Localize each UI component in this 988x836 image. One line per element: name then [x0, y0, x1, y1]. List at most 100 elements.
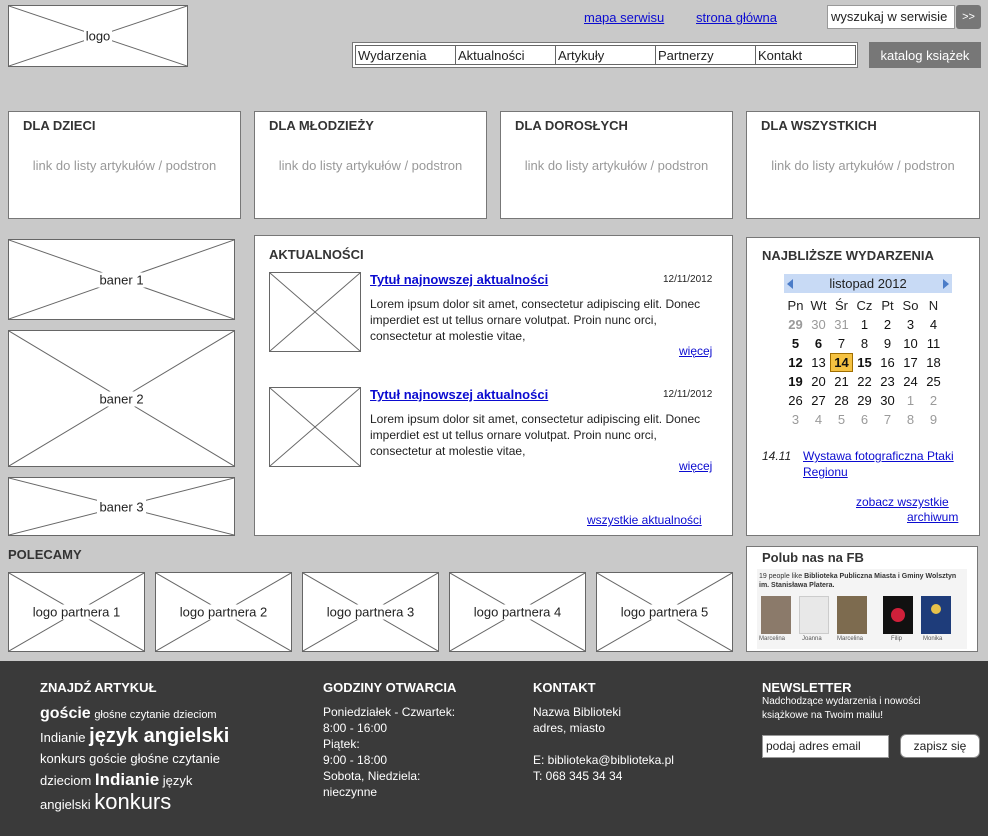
newsletter-email-field[interactable]: podaj adres email: [762, 735, 889, 758]
tag[interactable]: konkurs: [94, 789, 171, 814]
calendar-day[interactable]: 4: [807, 410, 830, 429]
banner-2[interactable]: baner 2: [8, 330, 235, 467]
calendar-day[interactable]: 16: [876, 353, 899, 372]
search-button[interactable]: >>: [956, 5, 981, 29]
archive-link[interactable]: archiwum: [907, 510, 958, 524]
fan-avatar[interactable]: [921, 596, 951, 634]
calendar-day[interactable]: 18: [922, 353, 945, 372]
home-link[interactable]: strona główna: [696, 10, 777, 25]
calendar-day[interactable]: 29: [784, 315, 807, 334]
tag[interactable]: dzieciom: [40, 773, 91, 788]
library-email[interactable]: E: biblioteka@biblioteka.pl: [533, 752, 674, 768]
calendar-day[interactable]: 25: [922, 372, 945, 391]
category-link[interactable]: link do listy artykułów / podstron: [747, 158, 979, 173]
category-all[interactable]: DLA WSZYSTKICH link do listy artykułów /…: [746, 111, 980, 219]
category-link[interactable]: link do listy artykułów / podstron: [255, 158, 486, 173]
tag[interactable]: język: [163, 773, 193, 788]
tag[interactable]: angielski: [40, 797, 91, 812]
calendar-day[interactable]: 19: [784, 372, 807, 391]
logo[interactable]: logo: [8, 5, 188, 67]
fan-avatar[interactable]: [799, 596, 829, 634]
banner-1[interactable]: baner 1: [8, 239, 235, 320]
calendar-day[interactable]: 12: [784, 353, 807, 372]
calendar-day[interactable]: 24: [899, 372, 922, 391]
calendar-day[interactable]: 28: [830, 391, 853, 410]
banner-3[interactable]: baner 3: [8, 477, 235, 536]
news-thumbnail[interactable]: [269, 387, 361, 467]
news-thumbnail[interactable]: [269, 272, 361, 352]
calendar-day[interactable]: 8: [899, 410, 922, 429]
tag[interactable]: konkurs: [40, 751, 86, 766]
nav-item-events[interactable]: Wydarzenia: [355, 45, 456, 65]
calendar-day[interactable]: 9: [922, 410, 945, 429]
category-adults[interactable]: DLA DOROSŁYCH link do listy artykułów / …: [500, 111, 733, 219]
calendar-day[interactable]: 29: [853, 391, 876, 410]
partner-logo-3[interactable]: logo partnera 3: [302, 572, 439, 652]
news-item-title[interactable]: Tytuł najnowszej aktualności: [370, 272, 548, 287]
calendar-day[interactable]: 6: [853, 410, 876, 429]
category-link[interactable]: link do listy artykułów / podstron: [9, 158, 240, 173]
see-all-events-link[interactable]: zobacz wszystkie: [856, 495, 949, 509]
partner-logo-2[interactable]: logo partnera 2: [155, 572, 292, 652]
calendar-day[interactable]: 30: [876, 391, 899, 410]
nav-item-contact[interactable]: Kontakt: [755, 45, 856, 65]
fan-avatar[interactable]: [837, 596, 867, 634]
calendar-day[interactable]: 2: [876, 315, 899, 334]
calendar-day[interactable]: 10: [899, 334, 922, 353]
calendar-day[interactable]: 20: [807, 372, 830, 391]
calendar-day[interactable]: 15: [853, 353, 876, 372]
nav-item-articles[interactable]: Artykuły: [555, 45, 656, 65]
partner-logo-1[interactable]: logo partnera 1: [8, 572, 145, 652]
partner-logo-5[interactable]: logo partnera 5: [596, 572, 733, 652]
news-item-title[interactable]: Tytuł najnowszej aktualności: [370, 387, 548, 402]
calendar-day[interactable]: 5: [784, 334, 807, 353]
event-link[interactable]: Wystawa fotograficzna Ptaki Regionu: [803, 448, 963, 480]
sitemap-link[interactable]: mapa serwisu: [584, 10, 664, 25]
newsletter-submit-button[interactable]: zapisz się: [900, 734, 980, 758]
fan-avatar[interactable]: [761, 596, 791, 634]
category-link[interactable]: link do listy artykułów / podstron: [501, 158, 732, 173]
calendar-day[interactable]: 17: [899, 353, 922, 372]
category-youth[interactable]: DLA MŁODZIEŻY link do listy artykułów / …: [254, 111, 487, 219]
calendar-day[interactable]: 5: [830, 410, 853, 429]
calendar-day[interactable]: 13: [807, 353, 830, 372]
nav-item-partners[interactable]: Partnerzy: [655, 45, 756, 65]
catalog-button[interactable]: katalog książek: [869, 42, 981, 68]
next-month-icon[interactable]: [943, 278, 949, 289]
calendar-day[interactable]: 23: [876, 372, 899, 391]
tag[interactable]: głośne czytanie: [130, 751, 220, 766]
news-item-more[interactable]: więcej: [679, 344, 712, 358]
search-field[interactable]: wyszukaj w serwisie: [827, 5, 955, 29]
all-news-link[interactable]: wszystkie aktualności: [587, 513, 702, 527]
tag[interactable]: Indianie: [95, 770, 159, 789]
calendar-day[interactable]: 22: [853, 372, 876, 391]
calendar-day-today[interactable]: 14: [830, 353, 853, 372]
calendar-day[interactable]: 2: [922, 391, 945, 410]
calendar-day[interactable]: 9: [876, 334, 899, 353]
partner-logo-4[interactable]: logo partnera 4: [449, 572, 586, 652]
tag[interactable]: Indianie: [40, 730, 86, 745]
calendar-day[interactable]: 3: [784, 410, 807, 429]
calendar-day[interactable]: 11: [922, 334, 945, 353]
category-kids[interactable]: DLA DZIECI link do listy artykułów / pod…: [8, 111, 241, 219]
calendar-day[interactable]: 26: [784, 391, 807, 410]
news-item-more[interactable]: więcej: [679, 459, 712, 473]
calendar-day[interactable]: 3: [899, 315, 922, 334]
tag[interactable]: goście: [89, 751, 127, 766]
calendar-day[interactable]: 8: [853, 334, 876, 353]
calendar-day[interactable]: 27: [807, 391, 830, 410]
calendar-day[interactable]: 30: [807, 315, 830, 334]
tag[interactable]: goście: [40, 705, 91, 722]
calendar-day[interactable]: 31: [830, 315, 853, 334]
calendar-day[interactable]: 21: [830, 372, 853, 391]
calendar-day[interactable]: 1: [853, 315, 876, 334]
fan-avatar[interactable]: [883, 596, 913, 634]
tag[interactable]: język angielski: [89, 725, 229, 747]
calendar-day[interactable]: 1: [899, 391, 922, 410]
nav-item-news[interactable]: Aktualności: [455, 45, 556, 65]
facebook-widget[interactable]: 19 people like Biblioteka Publiczna Mias…: [757, 569, 967, 649]
calendar-day[interactable]: 7: [876, 410, 899, 429]
calendar-day[interactable]: 6: [807, 334, 830, 353]
calendar-day[interactable]: 7: [830, 334, 853, 353]
prev-month-icon[interactable]: [787, 278, 793, 289]
